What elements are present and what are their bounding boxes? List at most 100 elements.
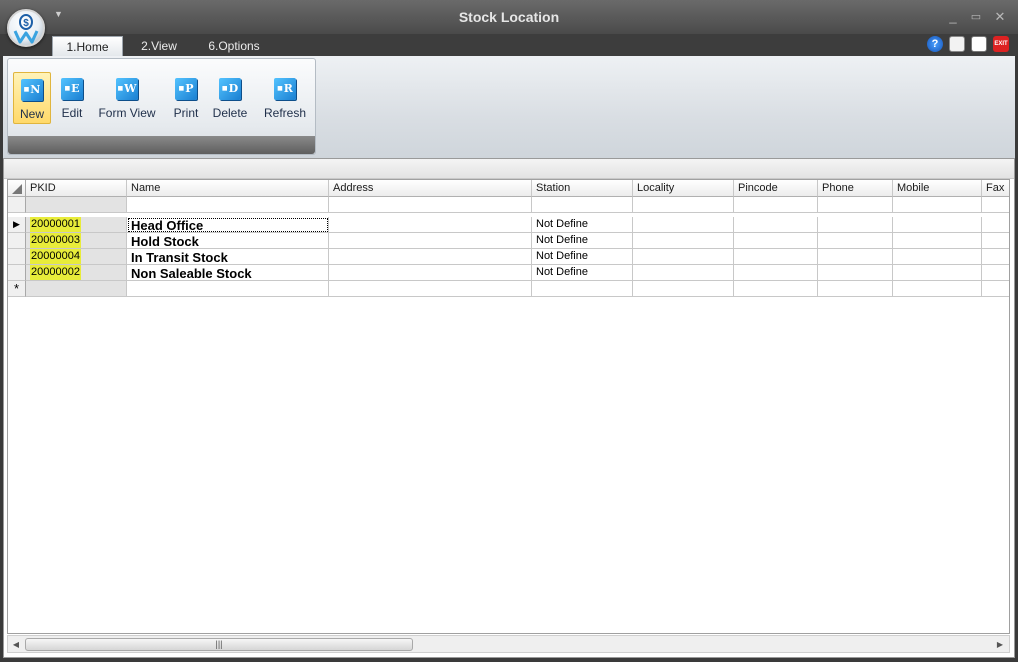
cell-address[interactable] [329, 217, 532, 233]
cell-pkid[interactable]: 20000002 [26, 265, 127, 281]
column-header-pincode[interactable]: Pincode [734, 180, 818, 197]
minimize-button[interactable]: _ [944, 8, 962, 26]
filter-cell-name[interactable] [127, 197, 329, 213]
search-window-icon[interactable] [949, 36, 965, 52]
column-header-address[interactable]: Address [329, 180, 532, 197]
cell-fax[interactable] [982, 233, 1009, 249]
scroll-left-arrow-icon[interactable]: ◀ [10, 638, 22, 651]
cell-pkid[interactable]: 20000001 [26, 217, 127, 233]
new-cell-phone[interactable] [818, 281, 893, 297]
new-row[interactable]: * [8, 281, 1009, 297]
delete-button[interactable]: ■D Delete [208, 72, 252, 124]
filter-cell-fax[interactable] [982, 197, 1009, 213]
new-cell-address[interactable] [329, 281, 532, 297]
edit-button[interactable]: ■E Edit [55, 72, 89, 124]
cell-fax[interactable] [982, 265, 1009, 281]
row-header[interactable] [8, 249, 26, 265]
new-cell-mobile[interactable] [893, 281, 982, 297]
cell-name[interactable]: Hold Stock [127, 233, 329, 249]
help-icon[interactable]: ? [927, 36, 943, 52]
filter-cell-mobile[interactable] [893, 197, 982, 213]
scroll-right-arrow-icon[interactable]: ▶ [994, 638, 1006, 651]
cell-phone[interactable] [818, 233, 893, 249]
tab-home[interactable]: 1.Home [52, 36, 123, 56]
new-cell-station[interactable] [532, 281, 633, 297]
cell-locality[interactable] [633, 249, 734, 265]
filter-cell-locality[interactable] [633, 197, 734, 213]
cell-address[interactable] [329, 265, 532, 281]
filter-cell-pkid[interactable] [26, 197, 127, 213]
row-header[interactable] [8, 265, 26, 281]
cell-name[interactable]: In Transit Stock [127, 249, 329, 265]
cell-fax[interactable] [982, 217, 1009, 233]
new-cell-pincode[interactable] [734, 281, 818, 297]
cell-address[interactable] [329, 249, 532, 265]
tab-view[interactable]: 2.View [134, 36, 184, 56]
quick-access-dropdown-icon[interactable]: ▼ [54, 9, 64, 19]
cell-pincode[interactable] [734, 233, 818, 249]
stock-location-grid[interactable]: PKID Name Address Station Locality Pinco… [7, 179, 1010, 634]
cell-station[interactable]: Not Define [532, 249, 633, 265]
content-toolbar-strip [4, 159, 1014, 179]
document-icon[interactable] [971, 36, 987, 52]
column-header-locality[interactable]: Locality [633, 180, 734, 197]
cell-pincode[interactable] [734, 217, 818, 233]
print-button[interactable]: ■P Print [167, 72, 205, 124]
cell-station[interactable]: Not Define [532, 233, 633, 249]
cell-pincode[interactable] [734, 265, 818, 281]
cell-station[interactable]: Not Define [532, 265, 633, 281]
column-header-mobile[interactable]: Mobile [893, 180, 982, 197]
cell-pkid[interactable]: 20000004 [26, 249, 127, 265]
cell-mobile[interactable] [893, 249, 982, 265]
cell-name[interactable]: Head Office [127, 217, 329, 233]
cell-fax[interactable] [982, 249, 1009, 265]
svg-text:$: $ [23, 18, 29, 29]
cell-address[interactable] [329, 233, 532, 249]
filter-cell-pincode[interactable] [734, 197, 818, 213]
column-header-fax[interactable]: Fax [982, 180, 1009, 197]
filter-cell-address[interactable] [329, 197, 532, 213]
cell-mobile[interactable] [893, 217, 982, 233]
new-row-indicator[interactable]: * [8, 281, 26, 297]
app-logo-icon[interactable]: $ [7, 9, 45, 47]
table-row[interactable]: 20000002 Non Saleable Stock Not Define [8, 265, 1009, 281]
new-cell-fax[interactable] [982, 281, 1009, 297]
scrollbar-thumb[interactable]: ||| [25, 638, 413, 651]
cell-pincode[interactable] [734, 249, 818, 265]
cell-mobile[interactable] [893, 233, 982, 249]
current-row-indicator[interactable]: ▶ [8, 217, 26, 233]
horizontal-scrollbar[interactable]: ◀ ||| ▶ [7, 635, 1010, 653]
form-view-icon: ■W [116, 78, 138, 100]
cell-station[interactable]: Not Define [532, 217, 633, 233]
table-row[interactable]: 20000003 Hold Stock Not Define [8, 233, 1009, 249]
cell-phone[interactable] [818, 265, 893, 281]
table-row[interactable]: 20000004 In Transit Stock Not Define [8, 249, 1009, 265]
column-header-name[interactable]: Name [127, 180, 329, 197]
filter-cell-phone[interactable] [818, 197, 893, 213]
new-cell-pkid[interactable] [26, 281, 127, 297]
cell-locality[interactable] [633, 265, 734, 281]
cell-mobile[interactable] [893, 265, 982, 281]
form-view-button[interactable]: ■W Form View [95, 72, 159, 124]
select-all-corner[interactable] [8, 180, 26, 197]
column-header-pkid[interactable]: PKID [26, 180, 127, 197]
cell-phone[interactable] [818, 217, 893, 233]
new-button[interactable]: ■N New [13, 72, 51, 124]
column-header-phone[interactable]: Phone [818, 180, 893, 197]
refresh-button[interactable]: ■R Refresh [260, 72, 310, 124]
restore-button[interactable]: ▭ [967, 8, 985, 26]
table-row[interactable]: ▶ 20000001 Head Office Not Define [8, 217, 1009, 233]
cell-locality[interactable] [633, 217, 734, 233]
column-header-station[interactable]: Station [532, 180, 633, 197]
tab-options[interactable]: 6.Options [201, 36, 267, 56]
row-header[interactable] [8, 233, 26, 249]
exit-icon[interactable]: EXIT [993, 36, 1009, 52]
new-cell-locality[interactable] [633, 281, 734, 297]
new-cell-name[interactable] [127, 281, 329, 297]
cell-name[interactable]: Non Saleable Stock [127, 265, 329, 281]
cell-pkid[interactable]: 20000003 [26, 233, 127, 249]
close-button[interactable]: ✕ [991, 8, 1009, 26]
cell-phone[interactable] [818, 249, 893, 265]
cell-locality[interactable] [633, 233, 734, 249]
filter-cell-station[interactable] [532, 197, 633, 213]
